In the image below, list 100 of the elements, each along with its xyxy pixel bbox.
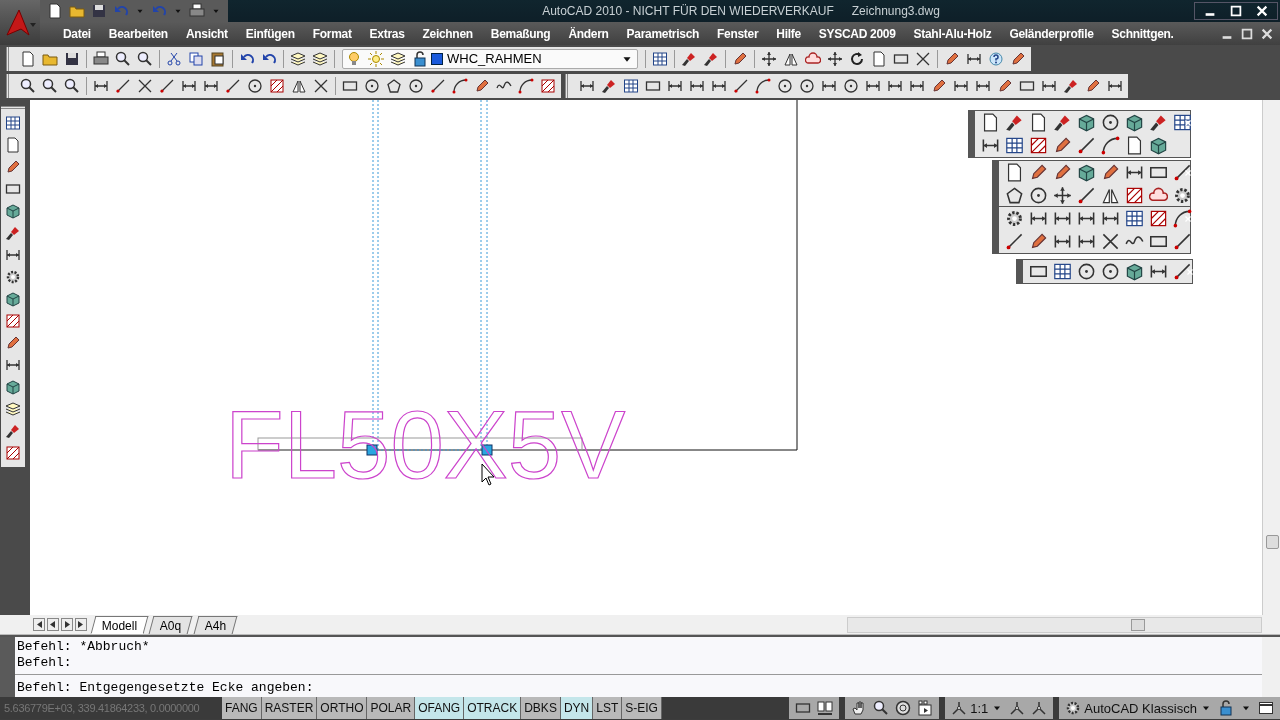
cloud-icon[interactable] [805,50,821,67]
help-icon[interactable] [988,50,1004,67]
tab-nav-button[interactable] [33,618,45,631]
layers-icon[interactable] [290,50,306,67]
arc-icon[interactable] [452,77,468,94]
cross-icon[interactable] [915,50,931,67]
folder-icon[interactable] [69,3,85,19]
cube-icon[interactable] [1077,163,1096,182]
status-toggle[interactable]: DBKS [521,697,561,719]
page-icon[interactable] [981,113,1000,132]
steering-wheel-icon[interactable] [895,700,912,716]
layers-icon[interactable] [312,50,328,67]
vertical-scrollbar[interactable] [1262,100,1280,615]
film-icon[interactable] [917,700,934,716]
cube-icon[interactable] [1077,113,1096,132]
annotation-scale[interactable]: 1:1 [970,700,989,716]
polygon-icon[interactable] [386,77,402,94]
brush-icon[interactable] [1005,113,1024,132]
annotation-icon[interactable] [1009,700,1026,716]
gear-icon[interactable] [1005,209,1024,228]
pencil-icon[interactable] [931,77,947,94]
pages-icon[interactable] [188,50,204,67]
brush-icon[interactable] [1053,113,1072,132]
rectangle-icon[interactable] [5,181,21,197]
pencil-icon[interactable] [5,335,21,351]
page-icon[interactable] [47,3,63,19]
table-icon[interactable] [623,77,639,94]
status-toggle[interactable]: FANG [222,697,262,719]
horizontal-scrollbar[interactable] [847,616,1262,633]
tab-nav-button[interactable] [47,618,59,631]
line-icon[interactable] [1173,232,1192,251]
cube-icon[interactable] [5,379,21,395]
arc-icon[interactable] [1173,209,1192,228]
table-icon[interactable] [1125,209,1144,228]
layer-dropdown[interactable]: WHC_RAHMEN [342,48,638,69]
scrollbar-thumb[interactable] [1131,618,1145,631]
window-icon[interactable] [1258,700,1274,716]
dimension-icon[interactable] [5,357,21,373]
cube-icon[interactable] [1125,262,1144,281]
table-icon[interactable] [5,115,21,131]
hatch-icon[interactable] [5,313,21,329]
menu-item[interactable]: Bemaßung [481,23,560,44]
line-icon[interactable] [430,77,446,94]
scissors-icon[interactable] [166,50,182,67]
rotate-icon[interactable] [849,50,865,67]
menu-item[interactable]: Schnittgen. [1102,23,1183,44]
pencil-icon[interactable] [944,50,960,67]
menu-item[interactable]: Hilfe [767,23,810,44]
brush-icon[interactable] [5,423,21,439]
status-toggle[interactable]: OFANG [415,697,465,719]
menu-item[interactable]: Datei [54,23,100,44]
pencil-icon[interactable] [5,159,21,175]
menu-item[interactable]: Geländerprofile [1000,23,1103,44]
circle-icon[interactable] [247,77,263,94]
pencil-icon[interactable] [997,77,1013,94]
brush-icon[interactable] [703,50,719,67]
printer-icon[interactable] [93,50,109,67]
table-icon[interactable] [1005,136,1024,155]
pencil-icon[interactable] [1101,163,1120,182]
status-toggle[interactable]: S-EIG [622,697,662,719]
annotation-icon[interactable] [1031,700,1048,716]
hatch-icon[interactable] [1149,209,1168,228]
status-toggle[interactable]: OTRACK [464,697,522,719]
tab-nav-button[interactable] [75,618,87,631]
cube-icon[interactable] [1149,136,1168,155]
brush-icon[interactable] [1149,113,1168,132]
page-icon[interactable] [1029,113,1048,132]
line-icon[interactable] [1005,232,1024,251]
magnifier-icon[interactable] [873,700,890,716]
polygon-icon[interactable] [1005,186,1024,205]
cross-icon[interactable] [1101,232,1120,251]
status-toggle[interactable]: LST [593,697,623,719]
brush-icon[interactable] [601,77,617,94]
line-icon[interactable] [1077,186,1096,205]
move-icon[interactable] [761,50,777,67]
status-toggle[interactable]: POLAR [367,697,416,719]
status-toggle[interactable]: DYN [560,697,594,719]
table-icon[interactable] [1053,262,1072,281]
restore-icon[interactable] [1229,4,1243,18]
gear-icon[interactable] [5,269,21,285]
panes-icon[interactable] [817,700,834,716]
circle-icon[interactable] [1029,186,1048,205]
scrollbar-thumb[interactable] [1266,535,1279,549]
gear-icon[interactable] [1173,186,1192,205]
circle-icon[interactable] [799,77,815,94]
menu-item[interactable]: Parametrisch [617,23,709,44]
gear-icon[interactable] [1065,700,1082,716]
menu-item[interactable]: Einfügen [236,23,304,44]
menu-item[interactable]: Format [303,23,361,44]
arc-icon[interactable] [1101,136,1120,155]
magnifier-icon[interactable] [64,77,80,94]
menu-item[interactable]: Zeichnen [413,23,482,44]
restore-icon[interactable] [1240,26,1254,41]
magnifier-icon[interactable] [20,77,36,94]
status-toggle[interactable]: ORTHO [317,697,368,719]
circle-icon[interactable] [1101,113,1120,132]
menu-item[interactable]: Stahl-Alu-Holz [904,23,1001,44]
circle-icon[interactable] [408,77,424,94]
cross-icon[interactable] [313,77,329,94]
pencil-icon[interactable] [1029,163,1048,182]
